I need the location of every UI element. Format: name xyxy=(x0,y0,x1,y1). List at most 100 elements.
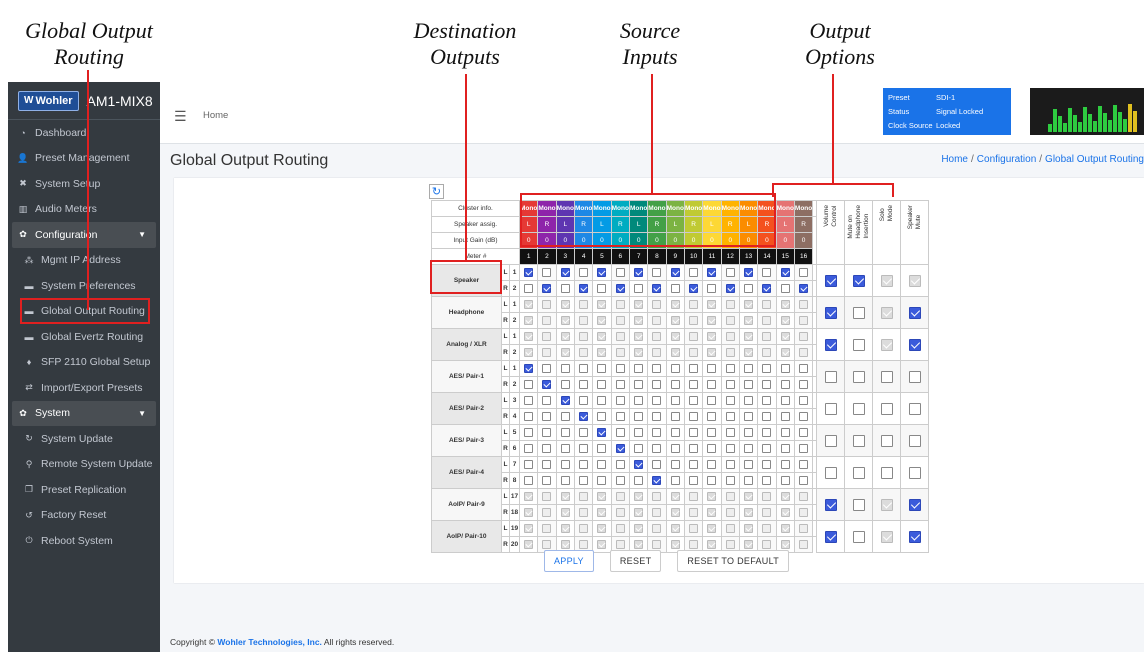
route-cell[interactable] xyxy=(683,280,704,297)
breadcrumb-home[interactable]: Home xyxy=(941,154,968,165)
route-cell[interactable] xyxy=(793,264,814,281)
route-cell[interactable] xyxy=(537,440,557,457)
route-cell[interactable] xyxy=(665,472,685,489)
route-checkbox[interactable] xyxy=(597,428,607,437)
route-checkbox[interactable] xyxy=(799,476,809,485)
route-checkbox[interactable] xyxy=(597,476,607,485)
route-cell[interactable] xyxy=(702,408,722,425)
route-checkbox[interactable] xyxy=(689,476,699,485)
route-cell[interactable] xyxy=(683,392,704,409)
route-cell[interactable] xyxy=(683,264,704,281)
route-cell[interactable] xyxy=(555,424,575,441)
route-checkbox[interactable] xyxy=(634,444,644,453)
route-cell[interactable] xyxy=(720,264,740,281)
route-checkbox[interactable] xyxy=(725,284,735,293)
route-checkbox[interactable] xyxy=(670,284,680,293)
route-cell[interactable] xyxy=(702,456,722,473)
route-cell[interactable] xyxy=(610,456,630,473)
route-checkbox[interactable] xyxy=(670,476,680,485)
route-checkbox[interactable] xyxy=(780,396,790,405)
route-checkbox[interactable] xyxy=(597,268,607,277)
route-checkbox[interactable] xyxy=(615,396,625,405)
route-cell[interactable] xyxy=(610,440,630,457)
route-checkbox[interactable] xyxy=(560,444,570,453)
route-cell[interactable] xyxy=(757,424,777,441)
route-checkbox[interactable] xyxy=(744,476,754,485)
sidebar-item-system-update[interactable]: ↻ System Update xyxy=(8,426,160,452)
route-checkbox[interactable] xyxy=(670,364,680,373)
route-cell[interactable] xyxy=(720,392,740,409)
sidebar-item-audio-meters[interactable]: ▥ Audio Meters xyxy=(8,197,160,223)
route-checkbox[interactable] xyxy=(780,284,790,293)
route-checkbox[interactable] xyxy=(542,476,552,485)
route-cell[interactable] xyxy=(720,456,740,473)
route-cell[interactable] xyxy=(702,376,722,393)
route-checkbox[interactable] xyxy=(579,476,589,485)
apply-button[interactable]: APPLY xyxy=(544,550,594,572)
route-cell[interactable] xyxy=(793,472,814,489)
route-cell[interactable] xyxy=(610,264,630,281)
route-checkbox[interactable] xyxy=(744,268,754,277)
route-cell[interactable] xyxy=(738,392,759,409)
route-checkbox[interactable] xyxy=(652,444,662,453)
route-checkbox[interactable] xyxy=(744,444,754,453)
option-cell[interactable] xyxy=(844,392,874,425)
route-checkbox[interactable] xyxy=(652,412,662,421)
sidebar-item-factory-reset[interactable]: ↺ Factory Reset xyxy=(8,503,160,529)
route-cell[interactable] xyxy=(610,392,630,409)
route-cell[interactable] xyxy=(537,392,557,409)
route-cell[interactable] xyxy=(683,376,704,393)
sidebar-item-system-setup[interactable]: ✖ System Setup xyxy=(8,171,160,197)
route-cell[interactable] xyxy=(628,376,649,393)
route-cell[interactable] xyxy=(573,360,594,377)
route-checkbox[interactable] xyxy=(744,380,754,389)
option-cell[interactable] xyxy=(900,296,930,329)
sidebar-item-system[interactable]: ✿ System ▼ xyxy=(12,400,156,426)
route-cell[interactable] xyxy=(665,392,685,409)
route-cell[interactable] xyxy=(775,360,795,377)
route-checkbox[interactable] xyxy=(799,284,809,293)
route-cell[interactable] xyxy=(555,264,575,281)
option-checkbox[interactable] xyxy=(852,306,865,319)
route-cell[interactable] xyxy=(665,360,685,377)
option-cell[interactable] xyxy=(844,456,874,489)
option-checkbox[interactable] xyxy=(852,466,865,479)
sidebar-item-global-evertz-routing[interactable]: ▬ Global Evertz Routing xyxy=(8,324,160,350)
route-checkbox[interactable] xyxy=(670,268,680,277)
route-checkbox[interactable] xyxy=(542,428,552,437)
route-cell[interactable] xyxy=(628,472,649,489)
route-checkbox[interactable] xyxy=(579,284,589,293)
route-cell[interactable] xyxy=(757,376,777,393)
option-checkbox[interactable] xyxy=(852,530,865,543)
route-cell[interactable] xyxy=(775,456,795,473)
route-checkbox[interactable] xyxy=(652,364,662,373)
company-link[interactable]: Wohler Technologies, Inc. xyxy=(217,637,322,647)
brand[interactable]: W Wohler AM1-MIX8 xyxy=(8,82,160,120)
route-cell[interactable] xyxy=(647,472,667,489)
route-cell[interactable] xyxy=(647,264,667,281)
option-cell[interactable] xyxy=(816,264,846,297)
route-cell[interactable] xyxy=(738,472,759,489)
route-cell[interactable] xyxy=(518,440,539,457)
option-checkbox[interactable] xyxy=(824,338,837,351)
route-checkbox[interactable] xyxy=(799,364,809,373)
option-cell[interactable] xyxy=(900,424,930,457)
route-cell[interactable] xyxy=(720,424,740,441)
route-checkbox[interactable] xyxy=(615,380,625,389)
route-cell[interactable] xyxy=(647,440,667,457)
route-checkbox[interactable] xyxy=(799,460,809,469)
sidebar-item-preset-replication[interactable]: ❐ Preset Replication xyxy=(8,477,160,503)
route-checkbox[interactable] xyxy=(780,460,790,469)
route-cell[interactable] xyxy=(537,376,557,393)
route-checkbox[interactable] xyxy=(689,444,699,453)
option-checkbox[interactable] xyxy=(908,498,921,511)
route-cell[interactable] xyxy=(573,440,594,457)
route-checkbox[interactable] xyxy=(725,364,735,373)
option-cell[interactable] xyxy=(816,520,846,553)
option-checkbox[interactable] xyxy=(824,434,837,447)
route-cell[interactable] xyxy=(610,280,630,297)
route-cell[interactable] xyxy=(702,264,722,281)
route-checkbox[interactable] xyxy=(799,412,809,421)
route-cell[interactable] xyxy=(683,360,704,377)
route-checkbox[interactable] xyxy=(524,284,534,293)
